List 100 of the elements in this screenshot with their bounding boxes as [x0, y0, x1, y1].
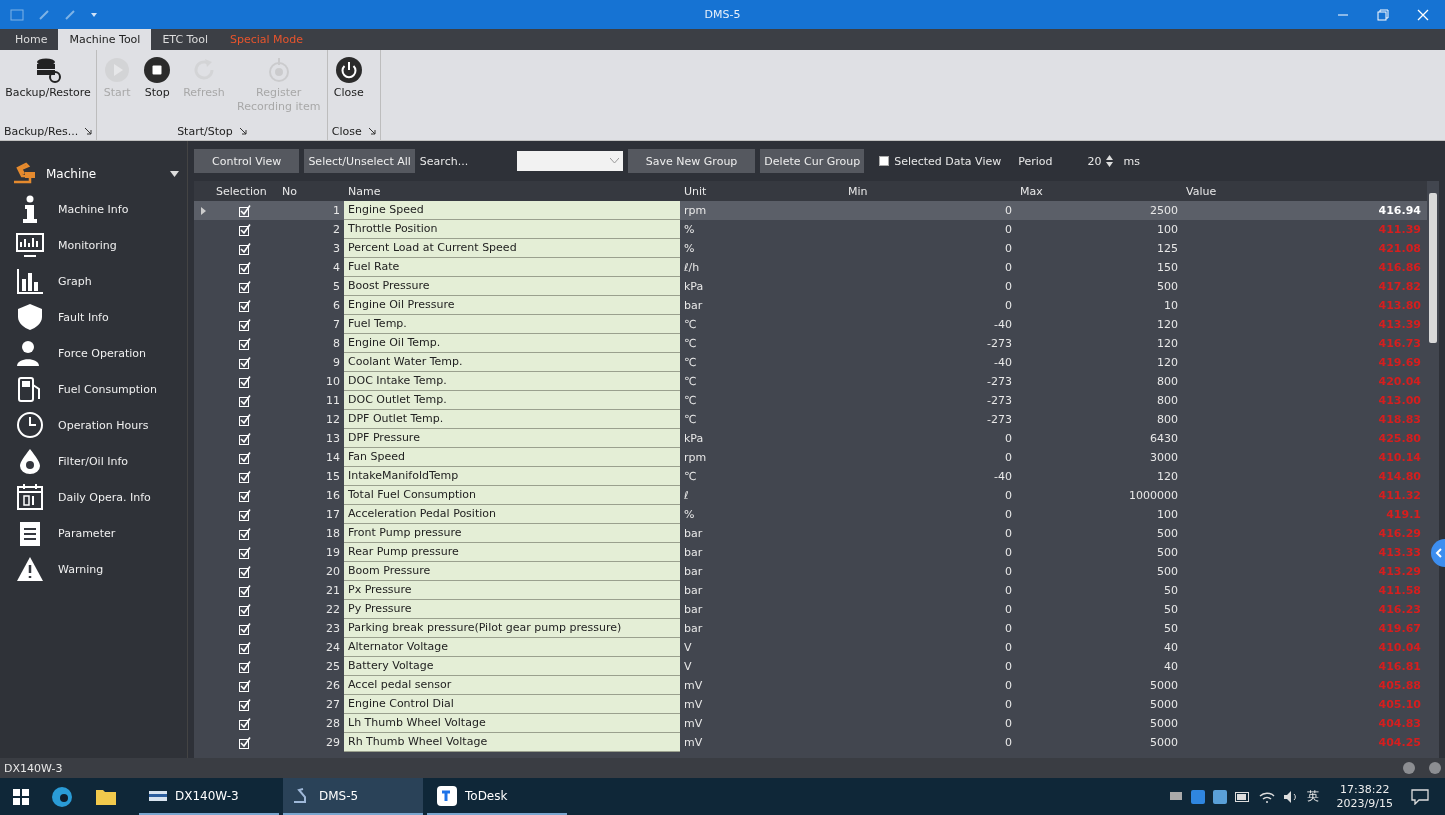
table-cell-text: 23 — [325, 622, 341, 635]
restore-icon[interactable] — [1377, 8, 1389, 21]
sidebar-item[interactable]: Filter/Oil Info — [0, 443, 187, 479]
sidebar-item[interactable]: Fault Info — [0, 299, 187, 335]
sidebar-item[interactable]: Daily Opera. Info — [0, 479, 187, 515]
column-header[interactable]: No — [278, 184, 344, 198]
sidebar-item[interactable]: Operation Hours — [0, 407, 187, 443]
volume-icon[interactable] — [1282, 789, 1299, 804]
checked-checkbox-icon[interactable] — [239, 698, 251, 711]
table-cell: Engine Speed — [344, 201, 680, 220]
table-cell: Engine Oil Temp. — [344, 334, 680, 353]
table-cell-text: bar — [683, 527, 704, 540]
table-cell-text: 18 — [325, 527, 341, 540]
column-header[interactable]: Selection — [212, 184, 278, 198]
expand-icon[interactable] — [367, 127, 376, 135]
ribbon-tab[interactable]: ETC Tool — [151, 29, 219, 50]
checked-checkbox-icon[interactable] — [239, 299, 251, 312]
ribbon-tab[interactable]: Home — [4, 29, 59, 50]
column-header[interactable]: Name — [344, 184, 680, 198]
checked-checkbox-icon[interactable] — [239, 223, 251, 236]
sidebar-item[interactable]: Machine Info — [0, 191, 187, 227]
input-method[interactable]: 英 — [1306, 788, 1319, 805]
battery-icon[interactable] — [1234, 791, 1251, 802]
checked-checkbox-icon[interactable] — [239, 261, 251, 274]
ribbon-button[interactable]: Stop — [137, 56, 178, 122]
control-view-button[interactable]: Control View — [194, 149, 300, 173]
tray-icon[interactable] — [1190, 789, 1205, 804]
checked-checkbox-icon[interactable] — [239, 470, 251, 483]
checked-checkbox-icon[interactable] — [239, 451, 251, 464]
table-cell: Acceleration Pedal Position — [344, 505, 680, 524]
checked-checkbox-icon[interactable] — [239, 242, 251, 255]
checked-checkbox-icon[interactable] — [239, 660, 251, 673]
checked-checkbox-icon[interactable] — [239, 679, 251, 692]
sidebar-item[interactable]: Warning — [0, 551, 187, 587]
checked-checkbox-icon[interactable] — [239, 527, 251, 540]
checked-checkbox-icon[interactable] — [239, 375, 251, 388]
checked-checkbox-icon[interactable] — [239, 622, 251, 635]
table-cell-text: 417.82 — [1377, 280, 1422, 293]
checkbox[interactable] — [879, 156, 890, 166]
checked-checkbox-icon[interactable] — [239, 508, 251, 521]
sidebar-item[interactable]: Monitoring — [0, 227, 187, 263]
checked-checkbox-icon[interactable] — [239, 432, 251, 445]
select-all-button[interactable]: Select/Unselect All — [304, 149, 415, 173]
table-cell-text: 16 — [325, 489, 341, 502]
table-cell-text: 25 — [325, 660, 341, 673]
ribbon-tab[interactable]: Machine Tool — [58, 29, 152, 50]
close-icon[interactable] — [1417, 8, 1429, 21]
checked-checkbox-icon[interactable] — [239, 489, 251, 502]
windows-start-icon[interactable] — [13, 788, 29, 805]
checked-checkbox-icon[interactable] — [239, 565, 251, 578]
table-cell-text: V — [683, 641, 693, 654]
sidebar-item[interactable]: Graph — [0, 263, 187, 299]
sidebar-header[interactable]: Machine — [0, 157, 187, 191]
table-cell-text: 27 — [325, 698, 341, 711]
taskbar-app[interactable]: ToDesk — [427, 778, 567, 815]
sidebar-item[interactable]: Parameter — [0, 515, 187, 551]
period-spinner[interactable]: 20 — [1087, 154, 1113, 168]
table-cell-text: 5000 — [1149, 698, 1179, 711]
tray-icon[interactable] — [1212, 789, 1227, 804]
table-cell-text: 404.25 — [1377, 736, 1422, 749]
selected-row[interactable]: 1 Engine Speed rpm 0 2500 416.94 — [194, 201, 1427, 220]
wifi-icon[interactable] — [1258, 790, 1275, 803]
checked-checkbox-icon[interactable] — [239, 280, 251, 293]
checked-checkbox-icon[interactable] — [239, 641, 251, 654]
clock-time[interactable]: 17:38:22 — [1340, 782, 1390, 797]
taskbar-app[interactable]: DX140W-3 — [139, 778, 279, 815]
checked-checkbox-icon[interactable] — [239, 204, 251, 217]
checked-checkbox-icon[interactable] — [239, 546, 251, 559]
checked-checkbox-icon[interactable] — [239, 584, 251, 597]
column-header[interactable]: Value — [1182, 184, 1427, 198]
checked-checkbox-icon[interactable] — [239, 603, 251, 616]
checked-checkbox-icon[interactable] — [239, 318, 251, 331]
table-cell-text: 0 — [1004, 622, 1013, 635]
checked-checkbox-icon[interactable] — [239, 717, 251, 730]
table-cell-text: 40 — [1163, 660, 1179, 673]
ribbon-button[interactable]: Close — [327, 56, 370, 122]
table-cell-text: 50 — [1163, 584, 1179, 597]
taskbar-app[interactable]: DMS-5 — [283, 778, 423, 815]
expand-icon[interactable] — [238, 127, 247, 135]
column-header[interactable]: Max — [1016, 184, 1182, 198]
checked-checkbox-icon[interactable] — [239, 356, 251, 369]
browser-icon[interactable] — [51, 785, 73, 808]
delete-group-button[interactable]: Delete Cur Group — [760, 149, 865, 173]
dropdown-icon[interactable] — [170, 171, 179, 177]
clock-date[interactable]: 2023/9/15 — [1336, 796, 1393, 811]
checked-checkbox-icon[interactable] — [239, 337, 251, 350]
checked-checkbox-icon[interactable] — [239, 736, 251, 749]
checked-checkbox-icon[interactable] — [239, 413, 251, 426]
column-header[interactable]: Unit — [680, 184, 844, 198]
checked-checkbox-icon[interactable] — [239, 394, 251, 407]
sidebar-item[interactable]: Force Operation — [0, 335, 187, 371]
table-cell-text: mV — [683, 717, 704, 730]
save-group-button[interactable]: Save New Group — [627, 149, 756, 173]
column-header[interactable]: Min — [844, 184, 1016, 198]
sidebar-header-label: Machine — [46, 167, 97, 181]
ribbon-button[interactable]: Backup/Restore — [0, 56, 96, 122]
notification-icon[interactable] — [1411, 788, 1429, 805]
sidebar-item[interactable]: Fuel Consumption — [0, 371, 187, 407]
table-cell-text: 411.58 — [1377, 584, 1422, 597]
expand-icon[interactable] — [84, 127, 93, 135]
